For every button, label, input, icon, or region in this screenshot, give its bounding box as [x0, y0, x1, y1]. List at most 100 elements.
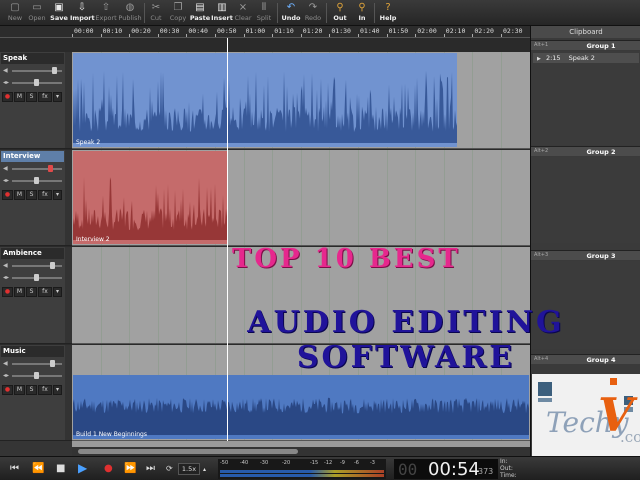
track-name[interactable]: Ambience	[1, 248, 64, 259]
audio-clip[interactable]: Interview 2	[73, 151, 227, 244]
track-solo-button[interactable]: S	[26, 385, 37, 395]
timeline-ruler[interactable]: 00:00 00:10 00:20 00:30 00:40 00:50 01:00 01:10…	[72, 26, 530, 38]
track-lane[interactable]: Interview 2	[72, 150, 530, 246]
track-menu-button[interactable]: ▾	[53, 287, 62, 297]
playback-speed[interactable]: 1.5x	[178, 463, 200, 475]
clipboard-group-1[interactable]: Alt+1 Group 1	[531, 40, 640, 50]
rewind-button[interactable]: ⏪	[32, 463, 44, 474]
track-effects-button[interactable]: fx	[38, 287, 52, 297]
track-menu-button[interactable]: ▾	[53, 190, 62, 200]
clear-button[interactable]: ⨯ Clear	[233, 1, 253, 25]
clipboard-group-2[interactable]: Alt+2 Group 2	[531, 146, 640, 156]
clipboard-item[interactable]: ▶ 2:15 Speak 2	[533, 53, 639, 63]
track-menu-button[interactable]: ▾	[53, 92, 62, 102]
record-button[interactable]: ●	[104, 463, 113, 474]
pan-icon: ◂▸	[3, 79, 10, 86]
open-button[interactable]: ▭ Open	[26, 1, 48, 25]
zoom-out-button[interactable]: ⚲ Out	[330, 1, 350, 25]
track-resize-grip[interactable]	[65, 52, 72, 148]
pan-slider[interactable]	[12, 372, 62, 379]
publish-button[interactable]: ◍ Publish	[118, 1, 142, 25]
track-mute-button[interactable]: M	[14, 287, 25, 297]
copy-button[interactable]: ❐ Copy	[167, 1, 189, 25]
track-menu-button[interactable]: ▾	[53, 385, 62, 395]
play-icon[interactable]: ▶	[537, 56, 541, 62]
track-solo-button[interactable]: S	[26, 190, 37, 200]
volume-slider[interactable]	[12, 262, 62, 269]
pan-knob[interactable]	[34, 274, 39, 281]
insert-button[interactable]: ▥ Insert	[211, 1, 233, 25]
track-name[interactable]: Speak	[1, 53, 64, 64]
pan-knob[interactable]	[34, 177, 39, 184]
track-resize-grip[interactable]	[65, 247, 72, 343]
track-resize-grip[interactable]	[65, 345, 72, 440]
track-name[interactable]: Music	[1, 346, 64, 357]
track-resize-grip[interactable]	[65, 150, 72, 245]
volume-slider[interactable]	[12, 165, 62, 172]
undo-button[interactable]: ↶ Undo	[280, 1, 302, 25]
zoom-in-button[interactable]: ⚲ In	[352, 1, 372, 25]
scrollbar-thumb[interactable]	[78, 449, 298, 454]
track-effects-button[interactable]: fx	[38, 385, 52, 395]
skip-to-start-button[interactable]: ⏮	[10, 463, 19, 474]
help-icon: ?	[385, 2, 391, 13]
volume-knob[interactable]	[52, 67, 57, 74]
ruler-tick-label: 00:20	[131, 27, 151, 35]
paste-button[interactable]: ▤ Paste	[189, 1, 211, 25]
track-effects-button[interactable]: fx	[38, 190, 52, 200]
volume-knob[interactable]	[50, 360, 55, 367]
volume-slider[interactable]	[12, 67, 62, 74]
clipboard-group-3[interactable]: Alt+3 Group 3	[531, 250, 640, 260]
track-solo-button[interactable]: S	[26, 92, 37, 102]
audio-clip[interactable]: Speak 2	[73, 53, 457, 147]
track-record-button[interactable]: ●	[2, 190, 13, 200]
pan-slider[interactable]	[12, 177, 62, 184]
save-button[interactable]: ▣ Save	[48, 1, 70, 25]
play-button[interactable]: ▶	[78, 461, 87, 475]
split-button[interactable]: ⫴ Split	[254, 1, 274, 25]
track-mute-button[interactable]: M	[14, 190, 25, 200]
redo-button[interactable]: ↷ Redo	[302, 1, 324, 25]
logo-square	[610, 378, 617, 385]
speed-chevron-icon[interactable]: ▴	[203, 466, 206, 473]
level-meter: -50 -40 -30 -20 -15 -12 -9 -6 -3	[218, 459, 386, 479]
new-button[interactable]: ▢ New	[4, 1, 26, 25]
volume-knob[interactable]	[50, 262, 55, 269]
track-record-button[interactable]: ●	[2, 287, 13, 297]
help-button[interactable]: ? Help	[378, 1, 398, 25]
stop-button[interactable]: ■	[56, 463, 65, 474]
pan-slider[interactable]	[12, 79, 62, 86]
pan-slider[interactable]	[12, 274, 62, 281]
playhead-cursor[interactable]	[227, 38, 228, 441]
skip-to-end-button[interactable]: ⏭	[146, 463, 155, 474]
track-header[interactable]: Music ◀ ◂▸ ● M Sfx ▾	[0, 345, 72, 441]
fast-forward-button[interactable]: ⏩	[124, 463, 136, 474]
ruler-tick-label: 01:30	[331, 27, 351, 35]
track-mute-button[interactable]: M	[14, 92, 25, 102]
track-effects-button[interactable]: fx	[38, 92, 52, 102]
paste-icon: ▤	[195, 2, 205, 13]
track-header[interactable]: Ambience ◀ ◂▸ ● M Sfx ▾	[0, 247, 72, 344]
volume-icon: ◀	[3, 360, 8, 367]
pan-knob[interactable]	[34, 79, 39, 86]
audio-clip[interactable]: Build 1 New Beginnings	[73, 375, 529, 439]
track-name[interactable]: Interview	[1, 151, 64, 162]
track-lane[interactable]: Speak 2	[72, 52, 530, 149]
loop-icon[interactable]: ⟳	[166, 464, 173, 473]
import-button[interactable]: ⇩ Import	[70, 1, 95, 25]
ruler-tick-label: 00:10	[102, 27, 123, 35]
horizontal-scrollbar[interactable]	[72, 447, 530, 456]
volume-slider[interactable]	[12, 360, 62, 367]
track-record-button[interactable]: ●	[2, 92, 13, 102]
track-header[interactable]: Interview ◀ ◂▸ ● M Sfx ▾	[0, 150, 72, 246]
pan-knob[interactable]	[34, 372, 39, 379]
track-mute-button[interactable]: M	[14, 385, 25, 395]
overlay-title-line-1: TOP 10 BEST	[232, 244, 461, 274]
track-record-button[interactable]: ●	[2, 385, 13, 395]
volume-knob[interactable]	[48, 165, 53, 172]
time-display: 00 00:54 373	[394, 459, 498, 480]
track-solo-button[interactable]: S	[26, 287, 37, 297]
track-header[interactable]: Speak ◀ ◂▸ ● M Sfx ▾	[0, 52, 72, 149]
cut-button[interactable]: ✂ Cut	[146, 1, 166, 25]
export-button[interactable]: ⇧ Export	[94, 1, 118, 25]
